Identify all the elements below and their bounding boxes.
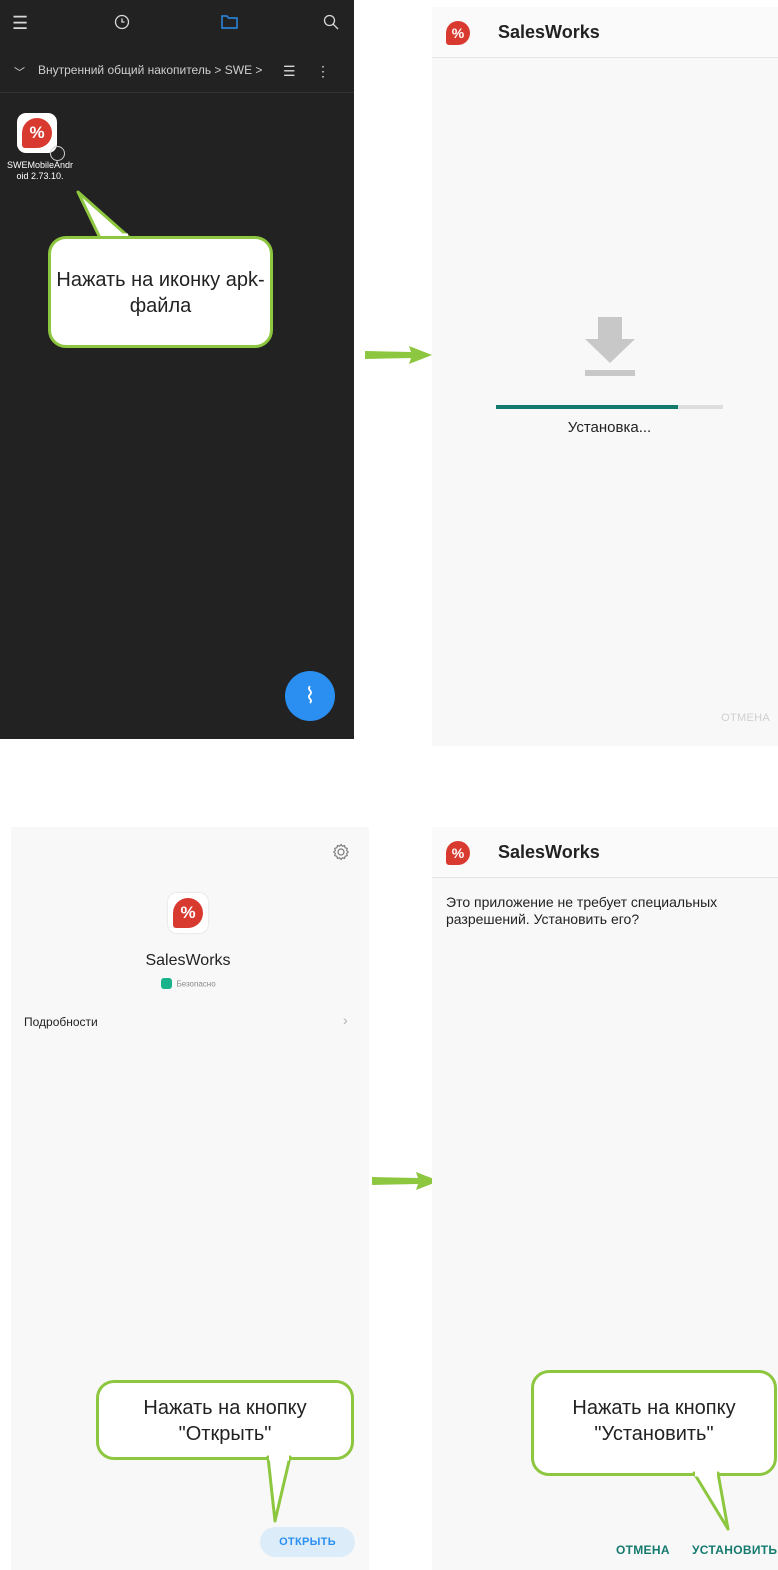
broom-icon: ⌇: [304, 683, 316, 708]
clean-fab-button[interactable]: ⌇: [285, 671, 335, 721]
list-view-icon[interactable]: ☰: [283, 62, 296, 80]
app-name: SalesWorks: [145, 952, 231, 969]
app-bar: % SalesWorks: [432, 827, 778, 878]
details-label: Подробности: [24, 1015, 98, 1029]
cancel-button[interactable]: ОТМЕНА: [616, 1543, 670, 1557]
more-vert-icon[interactable]: ⋮: [316, 62, 330, 80]
search-icon[interactable]: [323, 14, 339, 33]
download-icon: [585, 317, 635, 376]
chevron-right-icon: ›: [343, 1012, 348, 1028]
saleswork-logo-icon: %: [22, 118, 52, 148]
callout-tail: [266, 1455, 292, 1523]
callout-open: Нажать на кнопку "Открыть": [96, 1380, 354, 1460]
folder-icon[interactable]: [221, 14, 238, 32]
saleswork-logo-icon: %: [446, 841, 470, 865]
cancel-button[interactable]: ОТМЕНА: [721, 712, 770, 724]
gear-icon[interactable]: [332, 843, 350, 861]
app-bar: % SalesWorks: [432, 7, 778, 58]
select-circle-icon[interactable]: [50, 146, 65, 161]
install-message: Это приложение не требует специальных ра…: [446, 894, 718, 927]
saleswork-logo-icon: %: [173, 898, 203, 928]
app-title: SalesWorks: [498, 842, 600, 862]
safe-badge-label: Безопасно: [176, 979, 216, 989]
breadcrumb[interactable]: Внутренний общий накопитель > SWE >: [38, 63, 262, 77]
arrow-right-icon: [372, 1172, 439, 1190]
app-title: SalesWorks: [498, 22, 600, 42]
callout-tail: [692, 1471, 730, 1531]
shield-icon: [161, 978, 172, 990]
install-status: Установка...: [567, 419, 652, 436]
callout-text-line1: Нажать на кнопку: [143, 1397, 307, 1419]
progress-track: [496, 405, 723, 409]
divider: [0, 92, 354, 93]
saleswork-logo-icon: %: [446, 21, 470, 45]
installing-screen: % SalesWorks Установка... ОТМЕНА: [432, 7, 778, 746]
details-row[interactable]: Подробности ›: [11, 1011, 365, 1033]
clock-icon[interactable]: [114, 14, 130, 33]
safe-badge: Безопасно: [161, 975, 216, 993]
app-icon: %: [168, 893, 208, 933]
callout-text-line2: "Открыть": [178, 1423, 272, 1445]
file-name[interactable]: SWEMobileAndroid 2.73.10.: [5, 160, 75, 182]
arrow-right-icon: [365, 346, 432, 364]
callout-install: Нажать на кнопку "Установить": [531, 1370, 777, 1476]
callout-text-line1: Нажать на кнопку: [572, 1397, 736, 1419]
file-manager-screen: ☰ ﹀ Внутренний общий накопитель > SWE > …: [0, 0, 354, 739]
chevron-down-icon[interactable]: ﹀: [14, 64, 25, 82]
open-button[interactable]: ОТКРЫТЬ: [260, 1527, 355, 1557]
install-button[interactable]: УСТАНОВИТЬ: [692, 1543, 777, 1557]
apk-file-icon[interactable]: %: [17, 113, 57, 153]
callout-text: Нажать на иконку apk-файла: [56, 269, 265, 317]
callout-text-line2: "Установить": [594, 1423, 714, 1445]
callout-tap-apk: Нажать на иконку apk-файла: [48, 236, 273, 348]
progress-fill: [496, 405, 678, 409]
menu-icon[interactable]: ☰: [12, 14, 28, 32]
